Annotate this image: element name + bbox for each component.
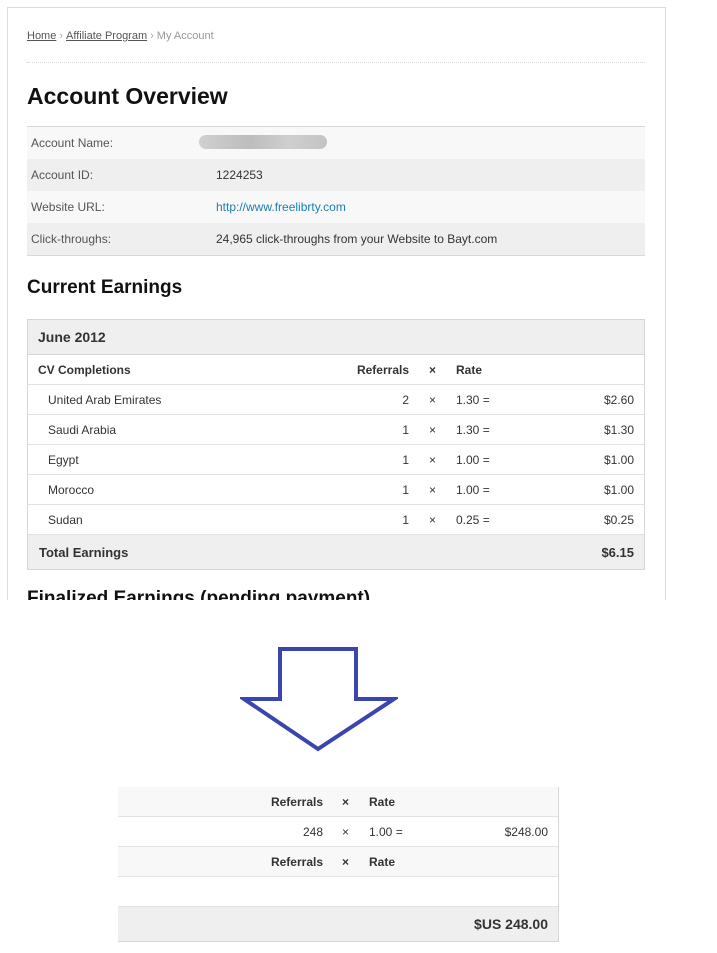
referrals: 2 bbox=[402, 392, 409, 407]
empty-row bbox=[118, 877, 558, 907]
col-referrals: Referrals bbox=[270, 794, 323, 809]
breadcrumb-separator: › bbox=[59, 30, 64, 42]
table-row: Morocco 1 × 1.00 = $1.00 bbox=[28, 475, 644, 505]
col-times: × bbox=[342, 794, 350, 809]
overview-row-click-throughs: Click-throughs: 24,965 click-throughs fr… bbox=[27, 223, 645, 255]
amount: $2.60 bbox=[603, 392, 634, 407]
overview-value: 1224253 bbox=[216, 168, 263, 182]
times: × bbox=[429, 512, 437, 527]
account-overview-table: Account Name: Account ID: 1224253 Websit… bbox=[27, 126, 645, 256]
col-rate: Rate bbox=[369, 854, 396, 869]
amount: $0.25 bbox=[603, 512, 634, 527]
overview-row-account-id: Account ID: 1224253 bbox=[27, 159, 645, 191]
col-referrals: Referrals bbox=[270, 854, 323, 869]
table-row: Egypt 1 × 1.00 = $1.00 bbox=[28, 445, 644, 475]
table-row: United Arab Emirates 2 × 1.30 = $2.60 bbox=[28, 385, 644, 415]
website-url-link[interactable]: http://www.freelibrty.com bbox=[216, 200, 645, 214]
rate: 1.00 = bbox=[456, 452, 490, 467]
amount: $1.00 bbox=[603, 482, 634, 497]
overview-row-account-name: Account Name: bbox=[27, 127, 645, 159]
col-referrals: Referrals bbox=[356, 362, 409, 377]
total-earnings-row: Total Earnings $6.15 bbox=[28, 535, 644, 569]
times: × bbox=[429, 422, 437, 437]
overview-label: Account Name: bbox=[31, 136, 114, 150]
overview-row-website-url: Website URL: http://www.freelibrty.com bbox=[27, 191, 645, 223]
page-title: Account Overview bbox=[27, 83, 228, 109]
rate: 0.25 = bbox=[456, 512, 490, 527]
col-cv-completions: CV Completions bbox=[38, 362, 131, 377]
overview-value bbox=[199, 134, 645, 152]
breadcrumb-affiliate-link[interactable]: Affiliate Program bbox=[66, 30, 147, 42]
earnings-header-row: CV Completions Referrals × Rate bbox=[28, 355, 644, 385]
total-earnings-label: Total Earnings bbox=[39, 544, 129, 560]
earnings-month: June 2012 bbox=[28, 320, 644, 355]
finalized-earnings-heading: Finalized Earnings (pending payment) bbox=[27, 588, 371, 600]
country: United Arab Emirates bbox=[48, 392, 162, 407]
referrals: 1 bbox=[402, 482, 409, 497]
rate: 1.30 = bbox=[456, 392, 490, 407]
referrals: 1 bbox=[402, 512, 409, 527]
rate: 1.30 = bbox=[456, 422, 490, 437]
amount: $1.30 bbox=[603, 422, 634, 437]
country: Morocco bbox=[48, 482, 95, 497]
country: Sudan bbox=[48, 512, 83, 527]
breadcrumb-separator: › bbox=[150, 30, 154, 42]
rate: 1.00 = bbox=[369, 824, 403, 839]
breadcrumb: Home › Affiliate Program › My Account bbox=[27, 30, 214, 42]
referrals: 248 bbox=[302, 824, 323, 839]
country: Egypt bbox=[48, 452, 79, 467]
detail-total-value: $US 248.00 bbox=[474, 916, 548, 932]
amount: $248.00 bbox=[504, 824, 548, 839]
rate: 1.00 = bbox=[456, 482, 490, 497]
col-rate: Rate bbox=[456, 362, 483, 377]
table-row: 248 × 1.00 = $248.00 bbox=[118, 817, 558, 847]
times: × bbox=[342, 824, 350, 839]
current-earnings-table: June 2012 CV Completions Referrals × Rat… bbox=[27, 319, 645, 570]
times: × bbox=[429, 482, 437, 497]
col-rate: Rate bbox=[369, 794, 396, 809]
down-arrow-shape bbox=[240, 647, 398, 752]
down-arrow-icon bbox=[240, 647, 398, 752]
table-row: Sudan 1 × 0.25 = $0.25 bbox=[28, 505, 644, 535]
detail-total-row: $US 248.00 bbox=[118, 907, 558, 942]
total-earnings-value: $6.15 bbox=[601, 544, 634, 560]
country: Saudi Arabia bbox=[48, 422, 117, 437]
overview-value: 24,965 click-throughs from your Website … bbox=[216, 232, 498, 246]
referrals: 1 bbox=[402, 452, 409, 467]
amount: $1.00 bbox=[603, 452, 634, 467]
redacted-account-name bbox=[199, 134, 327, 149]
account-page-card: Home › Affiliate Program › My Account Accoun… bbox=[7, 7, 666, 600]
table-row: Saudi Arabia 1 × 1.30 = $1.30 bbox=[28, 415, 644, 445]
col-times: × bbox=[342, 854, 350, 869]
col-times: × bbox=[429, 362, 437, 377]
times: × bbox=[429, 392, 437, 407]
referrals: 1 bbox=[402, 422, 409, 437]
overview-label: Click-throughs: bbox=[31, 232, 112, 246]
overview-label: Website URL: bbox=[31, 200, 105, 214]
payment-detail-table: Referrals × Rate 248 × 1.00 = $248.00 Re… bbox=[118, 787, 559, 942]
current-earnings-heading: Current Earnings bbox=[27, 277, 183, 298]
breadcrumb-home-link[interactable]: Home bbox=[27, 30, 56, 42]
detail-header-row: Referrals × Rate bbox=[118, 787, 558, 817]
divider bbox=[27, 62, 645, 63]
overview-label: Account ID: bbox=[31, 168, 94, 182]
detail-header-row: Referrals × Rate bbox=[118, 847, 558, 877]
times: × bbox=[429, 452, 437, 467]
breadcrumb-current: My Account bbox=[156, 30, 214, 42]
